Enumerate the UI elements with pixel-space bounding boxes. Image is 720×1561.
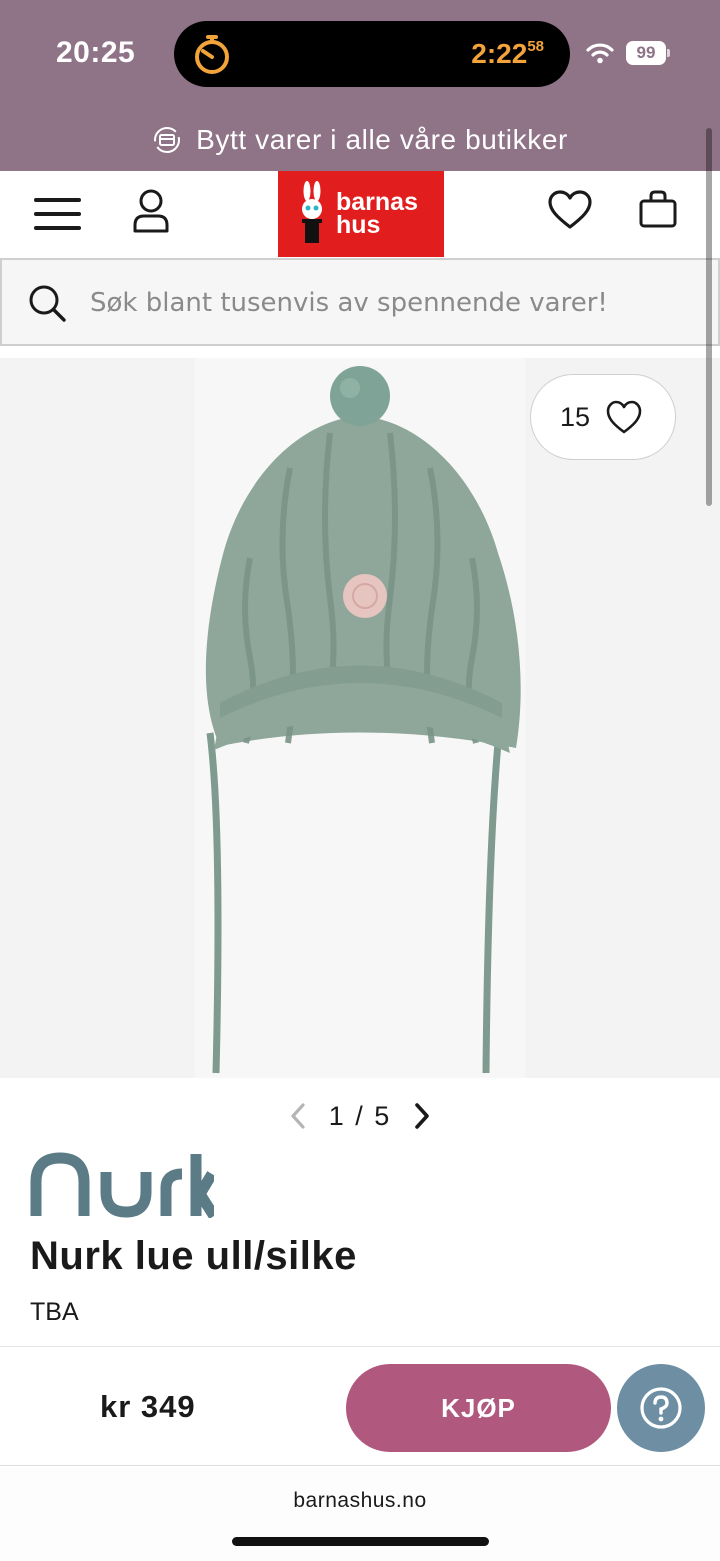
pager-status: 1 / 5: [329, 1101, 392, 1132]
chevron-right-icon[interactable]: [409, 1101, 435, 1131]
wishlist-count: 15: [560, 402, 591, 432]
search-input[interactable]: [90, 276, 690, 330]
battery-level: 99: [626, 41, 666, 65]
battery-indicator: 99: [626, 41, 670, 65]
promo-banner[interactable]: Bytt varer i alle våre butikker: [0, 112, 720, 168]
site-header: barnas hus: [0, 171, 720, 257]
product-price: kr 349: [100, 1389, 196, 1424]
status-time: 20:25: [56, 36, 136, 69]
timer-readout: 2:2258: [471, 38, 544, 70]
wishlist-button[interactable]: 15: [530, 374, 676, 460]
nurk-brand-logo[interactable]: nurk: [30, 1152, 214, 1218]
help-button[interactable]: [617, 1364, 705, 1452]
home-indicator[interactable]: [232, 1537, 489, 1546]
pager-total: 5: [374, 1100, 392, 1131]
timer-icon: [195, 35, 229, 74]
rabbit-mascot-icon: [302, 181, 322, 243]
logo-line2: hus: [336, 211, 381, 239]
pager-current: 1: [328, 1100, 346, 1131]
url-text: barnashus.no: [293, 1489, 427, 1512]
pager-separator: /: [355, 1100, 365, 1131]
promo-text: Bytt varer i alle våre butikker: [196, 124, 568, 155]
barnashus-logo[interactable]: barnas hus: [278, 171, 444, 257]
gallery-pager: 1 / 5: [0, 1094, 720, 1138]
buy-bar: kr 349 KJØP: [0, 1346, 720, 1466]
account-icon[interactable]: [132, 189, 170, 235]
search-bar: [0, 258, 720, 346]
heart-outline-icon: [606, 400, 642, 434]
timer-seconds: 58: [527, 38, 544, 55]
menu-icon[interactable]: [34, 195, 82, 233]
wifi-icon: [586, 43, 614, 64]
exchange-icon: [154, 127, 181, 153]
page-scrollbar[interactable]: [706, 128, 712, 506]
timer-hm: 2:22: [471, 38, 528, 69]
product-title: Nurk lue ull/silke: [30, 1234, 357, 1278]
product-subtitle: TBA: [30, 1298, 79, 1326]
chevron-left-icon[interactable]: [285, 1101, 311, 1131]
browser-url-bar[interactable]: barnashus.no: [0, 1467, 720, 1561]
bag-icon[interactable]: [638, 189, 678, 229]
logo-wordmark: barnas hus: [336, 190, 418, 239]
dynamic-island: 2:2258: [174, 21, 570, 87]
product-gallery[interactable]: 15: [0, 358, 720, 1078]
product-image-hat: [205, 366, 521, 1074]
search-icon[interactable]: [28, 284, 66, 322]
top-banner: 20:25 2:2258 99 Bytt varer i alle våre b…: [0, 0, 720, 171]
battery-nub: [667, 49, 670, 57]
buy-button[interactable]: KJØP: [346, 1364, 611, 1452]
help-icon: [640, 1387, 682, 1429]
heart-icon[interactable]: [547, 189, 593, 231]
